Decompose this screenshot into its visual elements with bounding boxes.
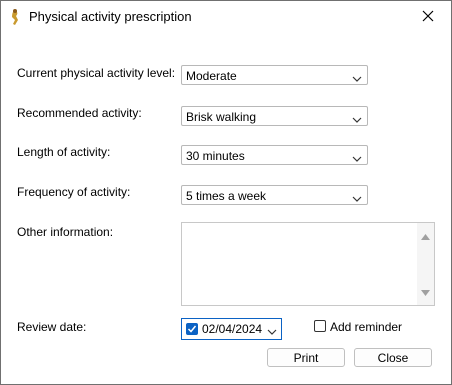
app-icon [9,8,23,26]
frequency-label: Frequency of activity: [17,185,131,199]
length-value: 30 minutes [186,149,245,163]
review-date-enable-checkbox[interactable] [186,323,198,335]
chevron-down-icon [352,72,362,82]
review-date-label: Review date: [17,320,87,334]
scroll-down-icon[interactable] [421,285,430,299]
review-date-picker[interactable]: 02/04/2024 [181,318,282,340]
close-button[interactable]: Close [354,348,432,367]
current-level-select[interactable]: Moderate [181,65,368,85]
length-select[interactable]: 30 minutes [181,145,368,165]
current-level-value: Moderate [186,69,237,83]
other-info-textarea[interactable] [181,222,435,306]
chevron-down-icon [352,152,362,162]
recommended-activity-label: Recommended activity: [17,106,142,120]
recommended-activity-value: Brisk walking [186,110,257,124]
chevron-down-icon[interactable] [267,325,277,339]
dialog-content: Current physical activity level: Moderat… [1,33,451,384]
chevron-down-icon [352,113,362,123]
current-level-label: Current physical activity level: [17,66,176,80]
scroll-up-icon[interactable] [421,229,430,243]
add-reminder-checkbox[interactable] [314,320,326,332]
vertical-scrollbar[interactable] [417,223,434,305]
title-bar: Physical activity prescription [1,1,451,33]
frequency-value: 5 times a week [186,189,267,203]
frequency-select[interactable]: 5 times a week [181,185,368,205]
review-date-value: 02/04/2024 [202,322,263,336]
chevron-down-icon [352,192,362,202]
length-label: Length of activity: [17,145,111,159]
print-button[interactable]: Print [267,348,345,367]
add-reminder-label[interactable]: Add reminder [330,320,402,334]
window-title: Physical activity prescription [29,9,192,24]
dialog-window: Physical activity prescription Current p… [0,0,452,385]
recommended-activity-select[interactable]: Brisk walking [181,106,368,126]
other-info-label: Other information: [17,225,114,239]
check-icon [187,325,197,333]
close-icon [422,10,434,25]
close-window-button[interactable] [405,1,451,33]
